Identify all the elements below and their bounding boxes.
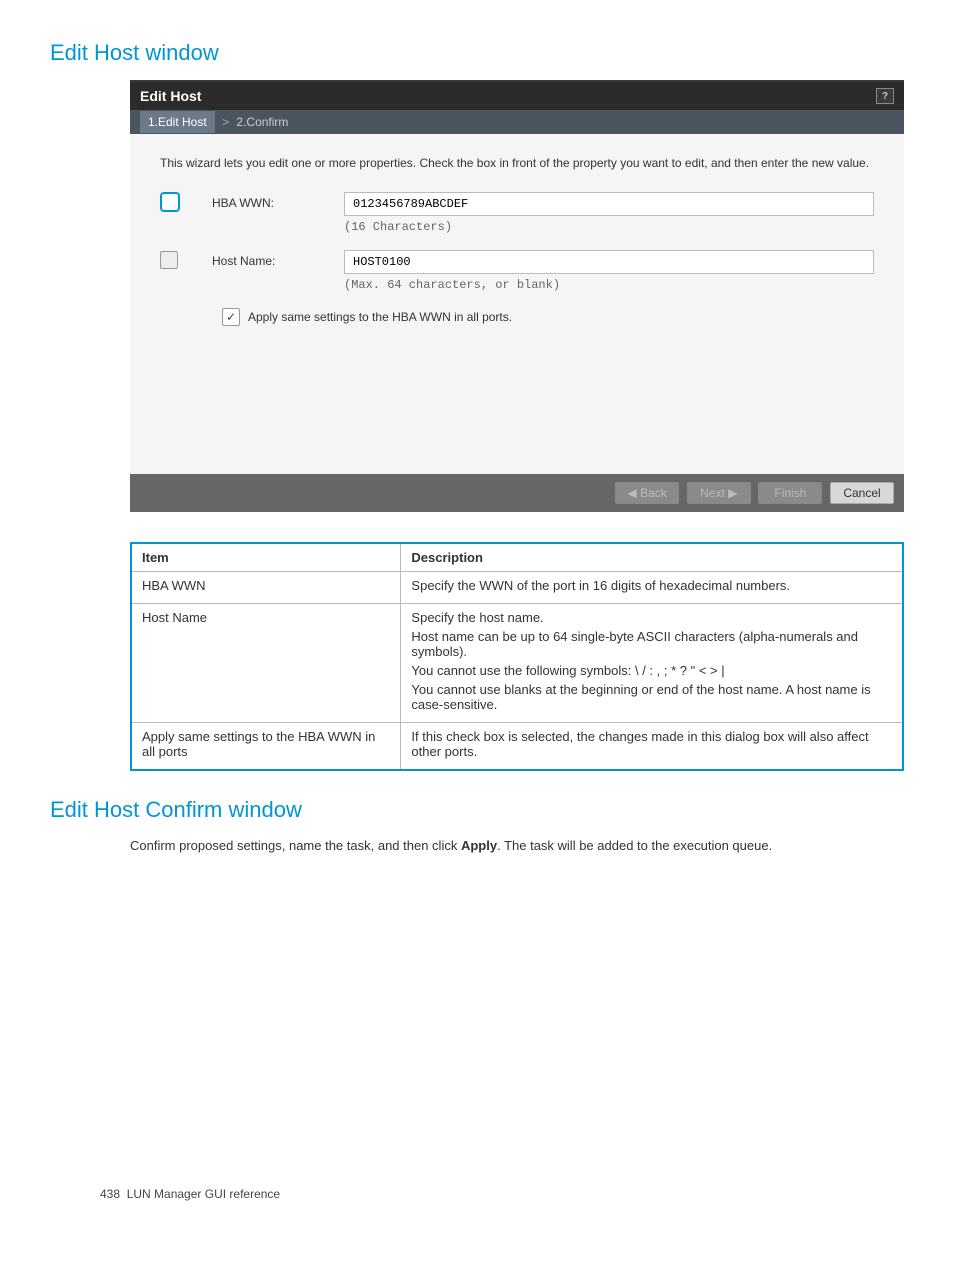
form-row-host-name: Host Name: (Max. 64 characters, or blank… (160, 250, 874, 292)
table-cell-item: Host Name (131, 604, 401, 723)
table-row: HBA WWNSpecify the WWN of the port in 16… (131, 572, 903, 604)
table-cell-description: Specify the WWN of the port in 16 digits… (401, 572, 903, 604)
finish-button[interactable]: Finish (758, 482, 822, 504)
hint-host-name: (Max. 64 characters, or blank) (344, 274, 874, 292)
table-cell-description: Specify the host name.Host name can be u… (401, 604, 903, 723)
section-heading-edit-host: Edit Host window (50, 40, 904, 66)
checkbox-hba-wwn[interactable] (160, 192, 180, 212)
wizard-edit-host: Edit Host ? 1.Edit Host > 2.Confirm This… (130, 80, 904, 512)
table-cell-description: If this check box is selected, the chang… (401, 723, 903, 771)
form-row-apply-all: ✓ Apply same settings to the HBA WWN in … (222, 308, 874, 326)
checkbox-host-name[interactable] (160, 251, 178, 269)
wizard-instruction: This wizard lets you edit one or more pr… (160, 154, 874, 172)
table-header-item: Item (131, 543, 401, 572)
back-button[interactable]: ◀ Back (615, 482, 679, 504)
description-table: Item Description HBA WWNSpecify the WWN … (130, 542, 904, 771)
table-cell-item: Apply same settings to the HBA WWN in al… (131, 723, 401, 771)
table-header-description: Description (401, 543, 903, 572)
input-hba-wwn[interactable] (344, 192, 874, 216)
wizard-footer: ◀ Back Next ▶ Finish Cancel (130, 474, 904, 512)
next-button[interactable]: Next ▶ (687, 482, 751, 504)
cancel-button[interactable]: Cancel (830, 482, 894, 504)
label-hba-wwn: HBA WWN: (212, 192, 332, 210)
chevron-right-icon: > (222, 115, 229, 129)
table-row: Apply same settings to the HBA WWN in al… (131, 723, 903, 771)
checkbox-apply-all[interactable]: ✓ (222, 308, 240, 326)
table-row: Host NameSpecify the host name.Host name… (131, 604, 903, 723)
page-footer: 438 LUN Manager GUI reference (100, 1187, 280, 1201)
wizard-body: This wizard lets you edit one or more pr… (130, 134, 904, 474)
hint-hba-wwn: (16 Characters) (344, 216, 874, 234)
wizard-title: Edit Host (140, 88, 201, 104)
confirm-instruction: Confirm proposed settings, name the task… (130, 837, 864, 855)
section-heading-edit-host-confirm: Edit Host Confirm window (50, 797, 904, 823)
form-row-hba-wwn: HBA WWN: (16 Characters) (160, 192, 874, 234)
help-icon[interactable]: ? (876, 88, 894, 104)
wizard-titlebar: Edit Host ? (130, 82, 904, 111)
label-host-name: Host Name: (212, 250, 332, 268)
label-apply-all: Apply same settings to the HBA WWN in al… (248, 310, 512, 324)
wizard-breadcrumb: 1.Edit Host > 2.Confirm (130, 111, 904, 134)
table-cell-item: HBA WWN (131, 572, 401, 604)
wizard-step-confirm[interactable]: 2.Confirm (236, 115, 288, 129)
input-host-name[interactable] (344, 250, 874, 274)
wizard-step-edit-host[interactable]: 1.Edit Host (140, 111, 215, 133)
